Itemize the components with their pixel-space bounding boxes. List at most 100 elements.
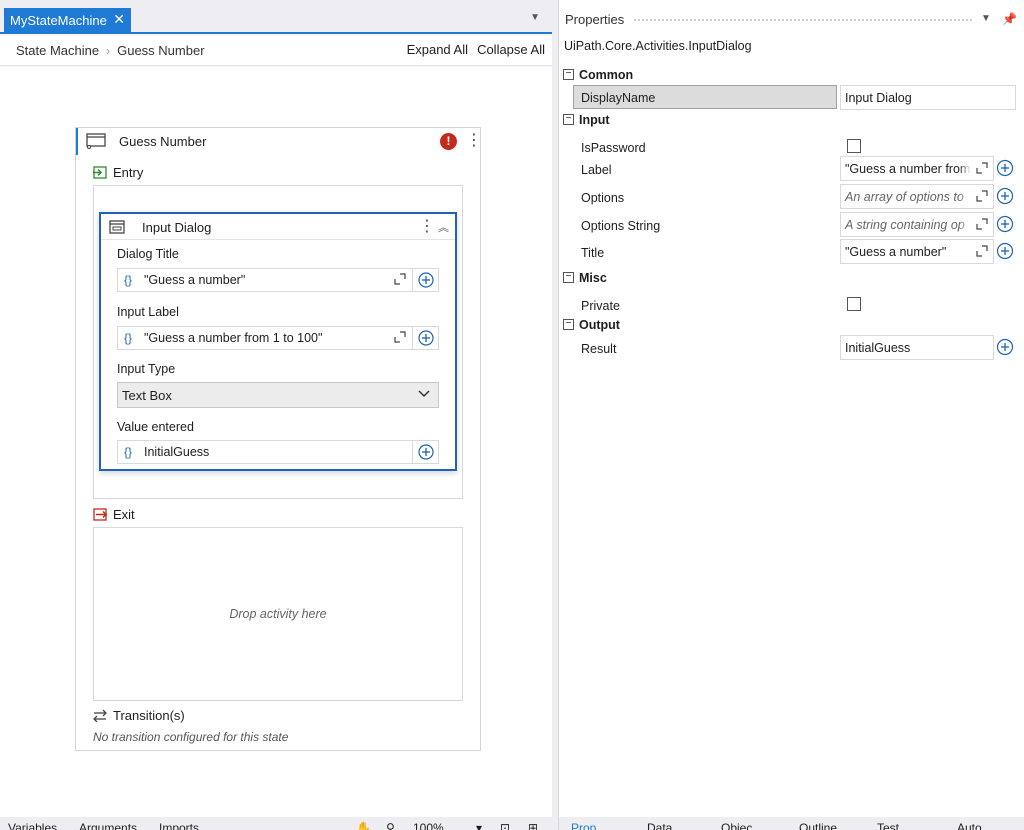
value-entered-label: Value entered bbox=[117, 420, 194, 434]
state-menu-kebab-icon[interactable]: ⋮ bbox=[466, 133, 482, 149]
fit-to-screen-icon[interactable]: ⊡ bbox=[500, 822, 510, 830]
property-value-title[interactable]: "Guess a number" bbox=[840, 239, 994, 264]
state-header[interactable]: Guess Number ! ⋮ bbox=[76, 128, 482, 155]
document-tab-label: MyStateMachine bbox=[10, 12, 107, 28]
tab-list-dropdown-icon[interactable]: ▼ bbox=[530, 12, 540, 23]
close-tab-icon[interactable]: ✕ bbox=[113, 11, 125, 28]
pin-icon[interactable]: 📌 bbox=[1002, 12, 1017, 26]
tab-properties[interactable]: Prop bbox=[571, 822, 596, 830]
category-common[interactable]: − Common bbox=[559, 65, 1024, 87]
property-name-displayname[interactable]: DisplayName bbox=[573, 85, 837, 109]
open-editor-button[interactable] bbox=[971, 185, 993, 208]
input-type-select[interactable]: Text Box bbox=[117, 382, 439, 408]
designer-bottom-bar: Variables Arguments Imports ✋ ⚲ 100% ▾ ⊡… bbox=[0, 817, 552, 830]
category-input[interactable]: − Input bbox=[559, 110, 1024, 132]
collapse-category-icon[interactable]: − bbox=[563, 114, 574, 125]
properties-type-name: UiPath.Core.Activities.InputDialog bbox=[564, 39, 752, 53]
drop-activity-hint: Drop activity here bbox=[229, 607, 327, 621]
property-row-result[interactable]: Result InitialGuess bbox=[559, 335, 1024, 363]
category-output-label: Output bbox=[579, 318, 620, 332]
options-string-placeholder: A string containing op bbox=[845, 218, 965, 232]
add-plus-icon[interactable] bbox=[418, 330, 434, 346]
add-plus-icon[interactable] bbox=[418, 272, 434, 288]
activity-title: Input Dialog bbox=[142, 220, 212, 235]
dialog-title-field[interactable]: {} "Guess a number" bbox=[117, 268, 439, 292]
expand-all-button[interactable]: Expand All bbox=[407, 42, 468, 57]
entry-section-label: Entry bbox=[93, 165, 143, 180]
breadcrumb-item-state-machine[interactable]: State Machine bbox=[16, 43, 99, 58]
expression-braces-icon: {} bbox=[124, 445, 133, 459]
imports-tab[interactable]: Imports bbox=[159, 822, 199, 830]
property-value-options-string[interactable]: A string containing op bbox=[840, 212, 994, 237]
entry-label: Entry bbox=[113, 165, 144, 180]
tab-test-explorer[interactable]: Test bbox=[877, 822, 899, 830]
variables-tab[interactable]: Variables bbox=[8, 822, 57, 830]
add-plus-icon[interactable] bbox=[996, 242, 1014, 260]
input-label-value: "Guess a number from 1 to 100" bbox=[144, 331, 323, 345]
pan-hand-icon[interactable]: ✋ bbox=[356, 822, 371, 830]
property-name-private: Private bbox=[581, 299, 620, 313]
transitions-section-label: Transition(s) bbox=[93, 708, 185, 723]
property-row-options[interactable]: Options An array of options to bbox=[559, 184, 1024, 212]
collapse-category-icon[interactable]: − bbox=[563, 69, 574, 80]
document-tab-mystatemachine[interactable]: MyStateMachine ✕ bbox=[4, 8, 131, 32]
value-entered-field[interactable]: {} InitialGuess bbox=[117, 440, 439, 464]
dialog-title-value: "Guess a number" bbox=[144, 273, 246, 287]
add-plus-icon[interactable] bbox=[418, 444, 434, 460]
error-icon[interactable]: ! bbox=[440, 133, 457, 150]
transitions-label: Transition(s) bbox=[113, 708, 185, 723]
property-value-options[interactable]: An array of options to bbox=[840, 184, 994, 209]
expression-braces-icon: {} bbox=[124, 273, 133, 287]
private-checkbox[interactable] bbox=[847, 297, 861, 311]
add-plus-icon[interactable] bbox=[996, 338, 1014, 356]
category-output[interactable]: − Output bbox=[559, 315, 1024, 337]
open-editor-button[interactable] bbox=[971, 157, 993, 180]
property-name-options-string: Options String bbox=[581, 219, 661, 233]
add-plus-icon[interactable] bbox=[996, 159, 1014, 177]
tab-data-manager[interactable]: Data bbox=[647, 822, 672, 830]
overview-map-icon[interactable]: ⊞ bbox=[528, 822, 538, 830]
property-value-label[interactable]: "Guess a number from 1 to 100" bbox=[840, 156, 994, 181]
open-editor-button[interactable] bbox=[971, 240, 993, 263]
property-value-result[interactable]: InitialGuess bbox=[840, 335, 994, 360]
property-row-options-string[interactable]: Options String A string containing op bbox=[559, 212, 1024, 240]
tab-object-repository[interactable]: Objec bbox=[721, 822, 752, 830]
exit-section-label: Exit bbox=[93, 507, 135, 522]
collapse-all-button[interactable]: Collapse All bbox=[477, 42, 545, 57]
text-fade bbox=[959, 185, 971, 208]
activity-input-dialog[interactable]: Input Dialog ⋮ ︽ Dialog Title {} "Guess … bbox=[99, 212, 457, 471]
property-row-title[interactable]: Title "Guess a number" bbox=[559, 239, 1024, 267]
panel-options-dropdown-icon[interactable]: ▼ bbox=[981, 13, 991, 24]
add-plus-icon[interactable] bbox=[996, 187, 1014, 205]
no-transitions-text: No transition configured for this state bbox=[93, 730, 289, 744]
options-placeholder: An array of options to bbox=[845, 190, 964, 204]
exit-drop-area[interactable]: Drop activity here bbox=[93, 527, 463, 701]
collapse-category-icon[interactable]: − bbox=[563, 272, 574, 283]
zoom-search-icon[interactable]: ⚲ bbox=[386, 822, 395, 830]
collapse-activity-icon[interactable]: ︽ bbox=[438, 219, 449, 235]
entry-icon bbox=[93, 166, 107, 179]
ispassword-checkbox[interactable] bbox=[847, 139, 861, 153]
property-row-displayname[interactable]: DisplayName Input Dialog bbox=[559, 85, 1024, 113]
property-name-displayname-label: DisplayName bbox=[581, 91, 656, 105]
collapse-category-icon[interactable]: − bbox=[563, 319, 574, 330]
add-plus-icon[interactable] bbox=[996, 215, 1014, 233]
zoom-level[interactable]: 100% bbox=[413, 822, 444, 830]
open-editor-button[interactable] bbox=[971, 213, 993, 236]
category-misc[interactable]: − Misc bbox=[559, 268, 1024, 290]
open-editor-icon[interactable] bbox=[394, 273, 406, 285]
property-value-displayname[interactable]: Input Dialog bbox=[840, 85, 1016, 110]
arguments-tab[interactable]: Arguments bbox=[79, 822, 137, 830]
properties-header: Properties ▼ 📌 bbox=[559, 8, 1024, 30]
input-label-field[interactable]: {} "Guess a number from 1 to 100" bbox=[117, 326, 439, 350]
tab-automation[interactable]: Auto bbox=[957, 822, 982, 830]
activity-header[interactable]: Input Dialog ⋮ ︽ bbox=[101, 214, 455, 240]
property-name-options: Options bbox=[581, 191, 625, 205]
property-grid: − Common DisplayName Input Dialog − Inpu… bbox=[559, 64, 1024, 364]
zoom-dropdown-icon[interactable]: ▾ bbox=[476, 822, 482, 830]
property-row-label[interactable]: Label "Guess a number from 1 to 100" bbox=[559, 156, 1024, 184]
open-editor-icon[interactable] bbox=[394, 331, 406, 343]
breadcrumb-item-guess-number[interactable]: Guess Number bbox=[117, 43, 204, 58]
tab-outline[interactable]: Outline bbox=[799, 822, 837, 830]
activity-menu-kebab-icon[interactable]: ⋮ bbox=[419, 219, 435, 235]
